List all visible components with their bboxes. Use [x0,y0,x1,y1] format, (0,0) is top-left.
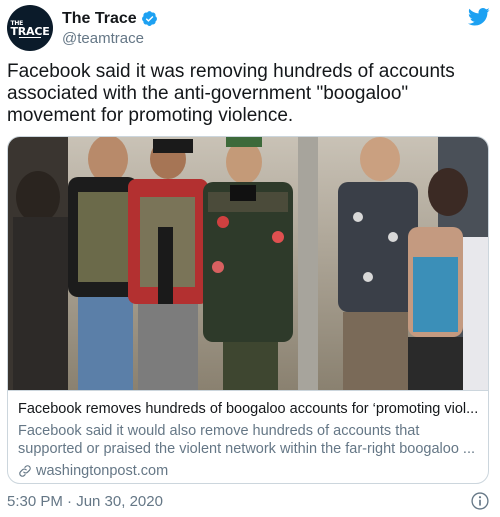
twitter-bird-icon[interactable] [468,7,490,27]
timestamp[interactable]: 5:30 PM · Jun 30, 2020 [7,493,163,510]
tweet-text: Facebook said it was removing hundreds o… [7,61,455,126]
name-row: The Trace [62,10,158,28]
link-card[interactable]: Facebook removes hundreds of boogaloo ac… [7,136,489,484]
card-link-row[interactable]: washingtonpost.com [18,463,480,479]
card-body[interactable]: Facebook removes hundreds of boogaloo ac… [8,390,488,483]
card-title[interactable]: Facebook removes hundreds of boogaloo ac… [18,400,480,418]
account-names: The Trace @teamtrace [62,10,158,47]
tweet-embed: THE TRACE The Trace @teamtrace Facebook … [0,0,500,517]
card-photo[interactable] [8,137,489,390]
display-name[interactable]: The Trace [62,10,137,28]
handle[interactable]: @teamtrace [62,30,158,47]
link-icon [19,465,31,477]
card-domain[interactable]: washingtonpost.com [36,463,168,479]
tweet-header: THE TRACE The Trace @teamtrace [7,5,490,51]
avatar[interactable]: THE TRACE [7,5,53,51]
tweet-footer: 5:30 PM · Jun 30, 2020 [7,491,490,511]
avatar-logo: THE TRACE [10,20,49,37]
info-icon[interactable] [470,491,490,511]
card-description: Facebook said it would also remove hundr… [18,423,476,457]
avatar-logo-line [19,37,41,38]
avatar-logo-text: TRACE [10,24,50,38]
verified-badge-icon [141,11,157,26]
